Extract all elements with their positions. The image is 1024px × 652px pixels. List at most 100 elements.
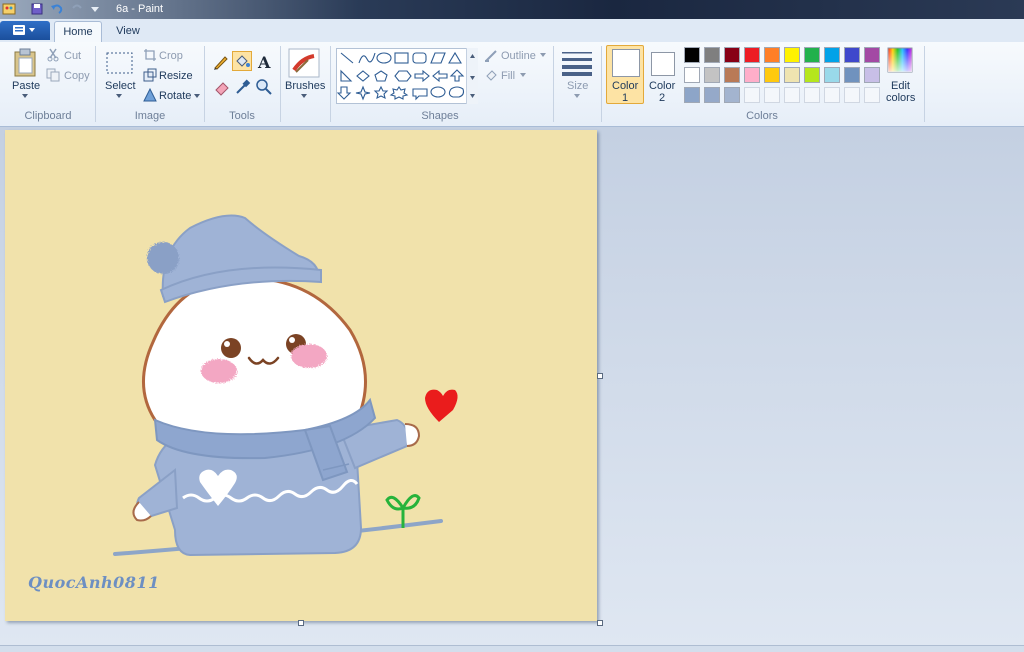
palette-swatch[interactable] xyxy=(844,47,860,63)
color2-swatch[interactable] xyxy=(651,52,675,76)
tools-group-label: Tools xyxy=(229,110,255,122)
palette-swatch-empty[interactable] xyxy=(744,87,760,103)
tab-home[interactable]: Home xyxy=(54,21,102,43)
outline-button[interactable]: Outline xyxy=(501,50,536,62)
cut-button[interactable]: Cut xyxy=(64,50,81,62)
color2-number: 2 xyxy=(659,92,666,104)
window-title: 6a - Paint xyxy=(116,3,164,15)
palette-swatch[interactable] xyxy=(724,47,740,63)
shapes-gallery[interactable] xyxy=(336,48,476,104)
paste-button[interactable]: Paste xyxy=(12,80,40,92)
resize-handle-bottom[interactable] xyxy=(298,620,304,626)
brushes-icon[interactable] xyxy=(288,48,320,78)
magnifier-icon[interactable] xyxy=(255,78,273,96)
copy-button[interactable]: Copy xyxy=(64,70,90,82)
redo-icon[interactable] xyxy=(70,2,84,16)
tab-view[interactable]: View xyxy=(106,21,150,42)
select-button[interactable]: Select xyxy=(105,80,136,92)
customize-quick-access-icon[interactable] xyxy=(88,2,102,16)
palette-swatch[interactable] xyxy=(864,47,880,63)
color1-button[interactable]: Color 1 xyxy=(606,45,644,104)
size-icon[interactable] xyxy=(561,50,593,76)
palette-swatch[interactable] xyxy=(824,47,840,63)
rotate-dropdown-icon[interactable] xyxy=(193,93,201,99)
palette-swatch[interactable] xyxy=(684,67,700,83)
fill-with-color-icon xyxy=(236,55,250,67)
color-picker-icon[interactable] xyxy=(234,78,252,96)
palette-swatch[interactable] xyxy=(864,67,880,83)
rotate-icon xyxy=(143,88,157,102)
palette-swatch[interactable] xyxy=(844,67,860,83)
color1-number: 1 xyxy=(622,92,629,104)
eraser-icon[interactable] xyxy=(213,78,231,96)
edit-colors-label[interactable]: Edit xyxy=(891,80,910,92)
fill-tool-selected[interactable] xyxy=(232,51,252,71)
separator xyxy=(553,46,554,122)
save-icon[interactable] xyxy=(30,2,44,16)
fill-button[interactable]: Fill xyxy=(501,70,515,82)
color1-label: Color xyxy=(612,80,639,92)
palette-swatch[interactable] xyxy=(724,67,740,83)
color1-swatch xyxy=(612,49,640,77)
shapes-gallery-icons xyxy=(336,51,465,101)
palette-swatch[interactable] xyxy=(744,67,760,83)
fill-icon xyxy=(486,70,497,81)
paste-dropdown-icon[interactable] xyxy=(21,93,29,99)
menu-icon xyxy=(13,25,35,35)
drawing-canvas[interactable]: QuocAnh0811 xyxy=(5,130,597,621)
palette-swatch[interactable] xyxy=(684,47,700,63)
palette-swatch[interactable] xyxy=(764,47,780,63)
palette-swatch[interactable] xyxy=(724,87,740,103)
fill-dropdown-icon[interactable] xyxy=(520,73,527,78)
rotate-button[interactable]: Rotate xyxy=(159,90,191,102)
brushes-button[interactable]: Brushes xyxy=(285,80,325,92)
palette-swatch[interactable] xyxy=(704,87,720,103)
color2-label[interactable]: Color xyxy=(649,80,675,92)
image-group-label: Image xyxy=(134,110,166,122)
colors-group-label: Colors xyxy=(746,110,778,122)
edit-colors-label-2[interactable]: colors xyxy=(886,92,915,104)
select-dropdown-icon[interactable] xyxy=(115,93,123,99)
paint-menu-button[interactable] xyxy=(0,21,50,40)
resize-icon xyxy=(143,68,157,82)
resize-button[interactable]: Resize xyxy=(159,70,193,82)
cute-character-drawing xyxy=(113,214,458,557)
clipboard-group-label: Clipboard xyxy=(24,110,72,122)
crop-button[interactable]: Crop xyxy=(159,50,183,62)
palette-swatch[interactable] xyxy=(804,67,820,83)
size-button[interactable]: Size xyxy=(567,80,588,92)
undo-icon[interactable] xyxy=(50,2,64,16)
palette-swatch[interactable] xyxy=(804,47,820,63)
palette-swatch[interactable] xyxy=(704,67,720,83)
shapes-scrollbar[interactable] xyxy=(466,48,478,104)
palette-swatch[interactable] xyxy=(784,67,800,83)
outline-dropdown-icon[interactable] xyxy=(540,53,547,58)
palette-swatch-empty[interactable] xyxy=(864,87,880,103)
resize-handle-corner[interactable] xyxy=(597,620,603,626)
pencil-icon[interactable] xyxy=(212,53,230,71)
palette-swatch[interactable] xyxy=(684,87,700,103)
palette-swatch-empty[interactable] xyxy=(784,87,800,103)
resize-handle-right[interactable] xyxy=(597,373,603,379)
ribbon-home: Paste Cut Copy Clipboard Select Crop Res… xyxy=(0,42,1024,127)
palette-swatch[interactable] xyxy=(824,67,840,83)
palette-swatch-empty[interactable] xyxy=(804,87,820,103)
palette-swatch[interactable] xyxy=(784,47,800,63)
separator xyxy=(204,46,205,122)
size-dropdown-icon[interactable] xyxy=(573,93,581,99)
palette-swatch[interactable] xyxy=(744,47,760,63)
select-icon[interactable] xyxy=(105,50,135,76)
text-icon[interactable]: A xyxy=(255,53,273,71)
palette-swatch[interactable] xyxy=(704,47,720,63)
separator xyxy=(924,46,925,122)
palette-swatch-empty[interactable] xyxy=(764,87,780,103)
brushes-dropdown-icon[interactable] xyxy=(300,93,308,99)
palette-swatch-empty[interactable] xyxy=(824,87,840,103)
separator xyxy=(95,46,96,122)
paste-icon[interactable] xyxy=(12,48,38,78)
edit-colors-icon[interactable] xyxy=(887,47,913,73)
svg-text:A: A xyxy=(257,53,271,71)
palette-swatch[interactable] xyxy=(764,67,780,83)
palette-swatch-empty[interactable] xyxy=(844,87,860,103)
title-bar: 6a - Paint xyxy=(0,0,1024,19)
